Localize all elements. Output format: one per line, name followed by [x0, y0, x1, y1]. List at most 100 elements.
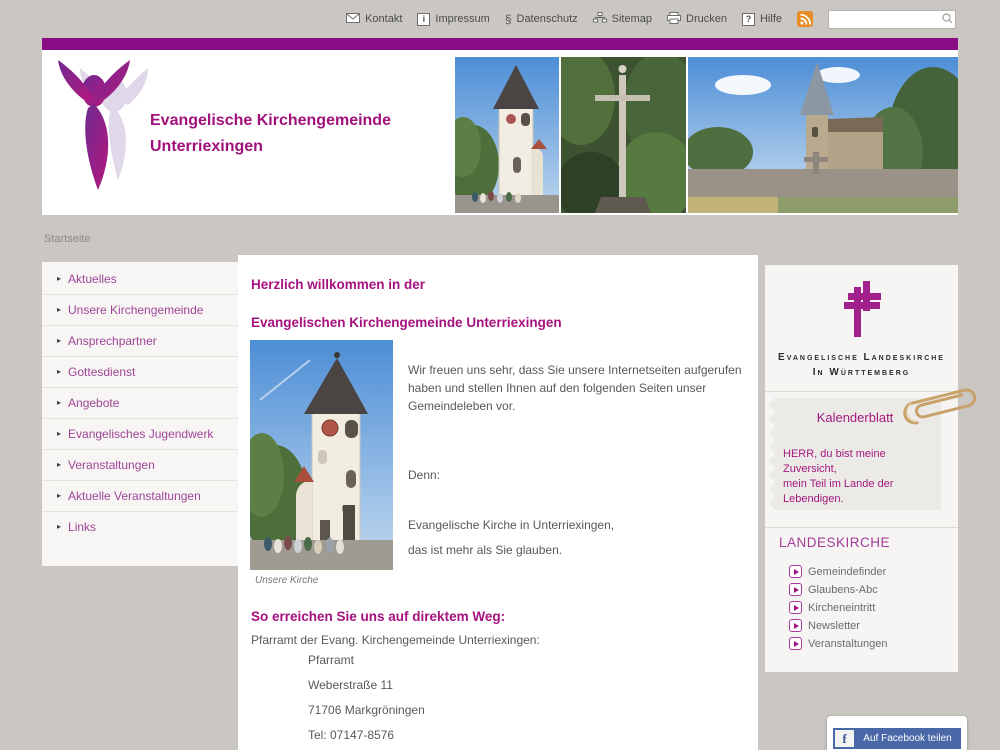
triangle-bullet-icon: ▸ [57, 461, 61, 469]
sidebar-item-label: Angebote [68, 396, 119, 410]
contact-line: 71706 Markgröningen [308, 703, 425, 717]
sidebar-item-ansprechpartner[interactable]: ▸ Ansprechpartner [42, 325, 238, 356]
search-input[interactable] [828, 10, 956, 29]
sidebar-item-label: Aktuelles [68, 272, 117, 286]
site-title-line2: Unterriexingen [150, 134, 391, 160]
triangle-bullet-icon: ▸ [57, 430, 61, 438]
header-photos [455, 57, 958, 213]
link-label: Gemeindefinder [808, 566, 886, 578]
sidebar-item-label: Unsere Kirchengemeinde [68, 303, 203, 317]
sidebar-item-unsere-kirchengemeinde[interactable]: ▸ Unsere Kirchengemeinde [42, 294, 238, 325]
landeskirche-links: Gemeindefinder Glaubens-Abc Kircheneintr… [789, 565, 888, 650]
logo-text-line2: In Württemberg [765, 365, 958, 380]
page: Kontakt i Impressum § Datenschutz Sitema… [0, 0, 1000, 750]
triangle-bullet-icon: ▸ [57, 492, 61, 500]
topbar-link-hilfe[interactable]: ? Hilfe [742, 13, 782, 26]
play-icon [789, 583, 802, 596]
breadcrumb[interactable]: Startseite [44, 233, 90, 245]
sidebar-item-aktuelles[interactable]: ▸ Aktuelles [42, 264, 238, 294]
info-icon: i [417, 13, 430, 26]
link-label: Veranstaltungen [808, 638, 888, 650]
sidebar-item-veranstaltungen[interactable]: ▸ Veranstaltungen [42, 449, 238, 480]
topbar-link-sitemap[interactable]: Sitemap [593, 12, 652, 26]
sidebar-item-label: Ansprechpartner [68, 334, 157, 348]
left-nav: ▸ Aktuelles ▸ Unsere Kirchengemeinde ▸ Ansp… [42, 262, 238, 566]
accent-bar [42, 38, 958, 50]
facebook-share-button[interactable]: f Auf Facebook teilen [833, 728, 961, 749]
triangle-bullet-icon: ▸ [57, 399, 61, 407]
landeskirche-logo-text: Evangelische Landeskirche In Württemberg [765, 350, 958, 380]
header-photo-church-icon [455, 57, 559, 213]
sidebar-item-links[interactable]: ▸ Links [42, 511, 238, 542]
quote-line1: HERR, du bist meine Zuversicht, [783, 447, 941, 477]
play-icon [789, 601, 802, 614]
right-sidebar: Evangelische Landeskirche In Württemberg… [765, 265, 958, 672]
triangle-bullet-icon: ▸ [57, 523, 61, 531]
topbar-link-kontakt[interactable]: Kontakt [346, 13, 402, 26]
paragraph: das ist mehr als Sie glauben. [408, 541, 753, 559]
link-label: Kircheneintritt [808, 602, 875, 614]
topbar-link-label: Impressum [435, 13, 489, 25]
link-veranstaltungen[interactable]: Veranstaltungen [789, 637, 888, 650]
printer-icon [667, 12, 681, 27]
landeskirche-links-heading: LANDESKIRCHE [779, 535, 890, 550]
paragraph: Wir freuen uns sehr, dass Sie unsere Int… [408, 361, 753, 415]
sidebar-item-label: Gottesdienst [68, 365, 135, 379]
paragraph: Evangelische Kirche in Unterriexingen, [408, 516, 753, 534]
topbar-link-drucken[interactable]: Drucken [667, 12, 727, 27]
site-title-line1: Evangelische Kirchengemeinde [150, 108, 391, 134]
intro-text: Wir freuen uns sehr, dass Sie unsere Int… [408, 361, 753, 559]
mail-icon [346, 13, 360, 26]
welcome-heading-line1: Herzlich willkommen in der [251, 277, 425, 292]
rss-icon[interactable] [797, 11, 813, 27]
site-header: Evangelische Kirchengemeinde Unterriexin… [42, 50, 958, 215]
topbar-link-label: Kontakt [365, 13, 402, 25]
sidebar-item-label: Evangelisches Jugendwerk [68, 427, 213, 441]
triangle-bullet-icon: ▸ [57, 306, 61, 314]
search [828, 10, 956, 29]
sidebar-item-angebote[interactable]: ▸ Angebote [42, 387, 238, 418]
help-icon: ? [742, 13, 755, 26]
triangle-bullet-icon: ▸ [57, 275, 61, 283]
topbar-link-impressum[interactable]: i Impressum [417, 13, 489, 26]
photo-caption: Unsere Kirche [255, 575, 318, 586]
welcome-heading-line2: Evangelischen Kirchengemeinde Unterriexi… [251, 315, 562, 330]
quote-line2: mein Teil im Lande der Lebendigen. [783, 477, 941, 507]
sidebar-item-label: Links [68, 520, 96, 534]
link-gemeindefinder[interactable]: Gemeindefinder [789, 565, 888, 578]
kalenderblatt-quote: HERR, du bist meine Zuversicht, mein Tei… [783, 447, 941, 507]
sidebar-item-label: Veranstaltungen [68, 458, 155, 472]
header-photo-hill-church-icon [688, 57, 958, 213]
landeskirche-logo[interactable]: Evangelische Landeskirche In Württemberg [765, 281, 958, 380]
play-icon [789, 565, 802, 578]
contact-intro: Pfarramt der Evang. Kirchengemeinde Unte… [251, 633, 540, 647]
play-icon [789, 619, 802, 632]
paragraph-icon: § [505, 12, 512, 26]
sidebar-item-aktuelle-veranstaltungen[interactable]: ▸ Aktuelle Veranstaltungen [42, 480, 238, 511]
topbar-link-label: Drucken [686, 13, 727, 25]
contact-heading: So erreichen Sie uns auf direktem Weg: [251, 609, 505, 624]
logo-text-line1: Evangelische Landeskirche [765, 350, 958, 365]
kalenderblatt-source: Psalm 142,6 [769, 510, 925, 522]
link-glaubens-abc[interactable]: Glaubens-Abc [789, 583, 888, 596]
sidebar-item-gottesdienst[interactable]: ▸ Gottesdienst [42, 356, 238, 387]
contact-line: Weberstraße 11 [308, 678, 393, 692]
contact-line: Tel: 07147-8576 [308, 728, 394, 742]
divider [765, 527, 958, 528]
sidebar-item-label: Aktuelle Veranstaltungen [68, 489, 201, 503]
topbar-link-label: Sitemap [612, 13, 652, 25]
topbar-link-datenschutz[interactable]: § Datenschutz [505, 12, 578, 26]
site-title: Evangelische Kirchengemeinde Unterriexin… [150, 108, 391, 160]
paragraph: Denn: [408, 466, 753, 484]
topbar-link-label: Datenschutz [517, 13, 578, 25]
link-newsletter[interactable]: Newsletter [789, 619, 888, 632]
facebook-icon: f [835, 730, 854, 747]
main-content: Herzlich willkommen in der Evangelischen… [238, 255, 758, 750]
triangle-bullet-icon: ▸ [57, 368, 61, 376]
header-photo-cross-icon [561, 57, 686, 213]
site-logo-icon[interactable] [56, 58, 148, 203]
sidebar-item-evangelisches-jugendwerk[interactable]: ▸ Evangelisches Jugendwerk [42, 418, 238, 449]
link-kircheneintritt[interactable]: Kircheneintritt [789, 601, 888, 614]
triangle-bullet-icon: ▸ [57, 337, 61, 345]
play-icon [789, 637, 802, 650]
